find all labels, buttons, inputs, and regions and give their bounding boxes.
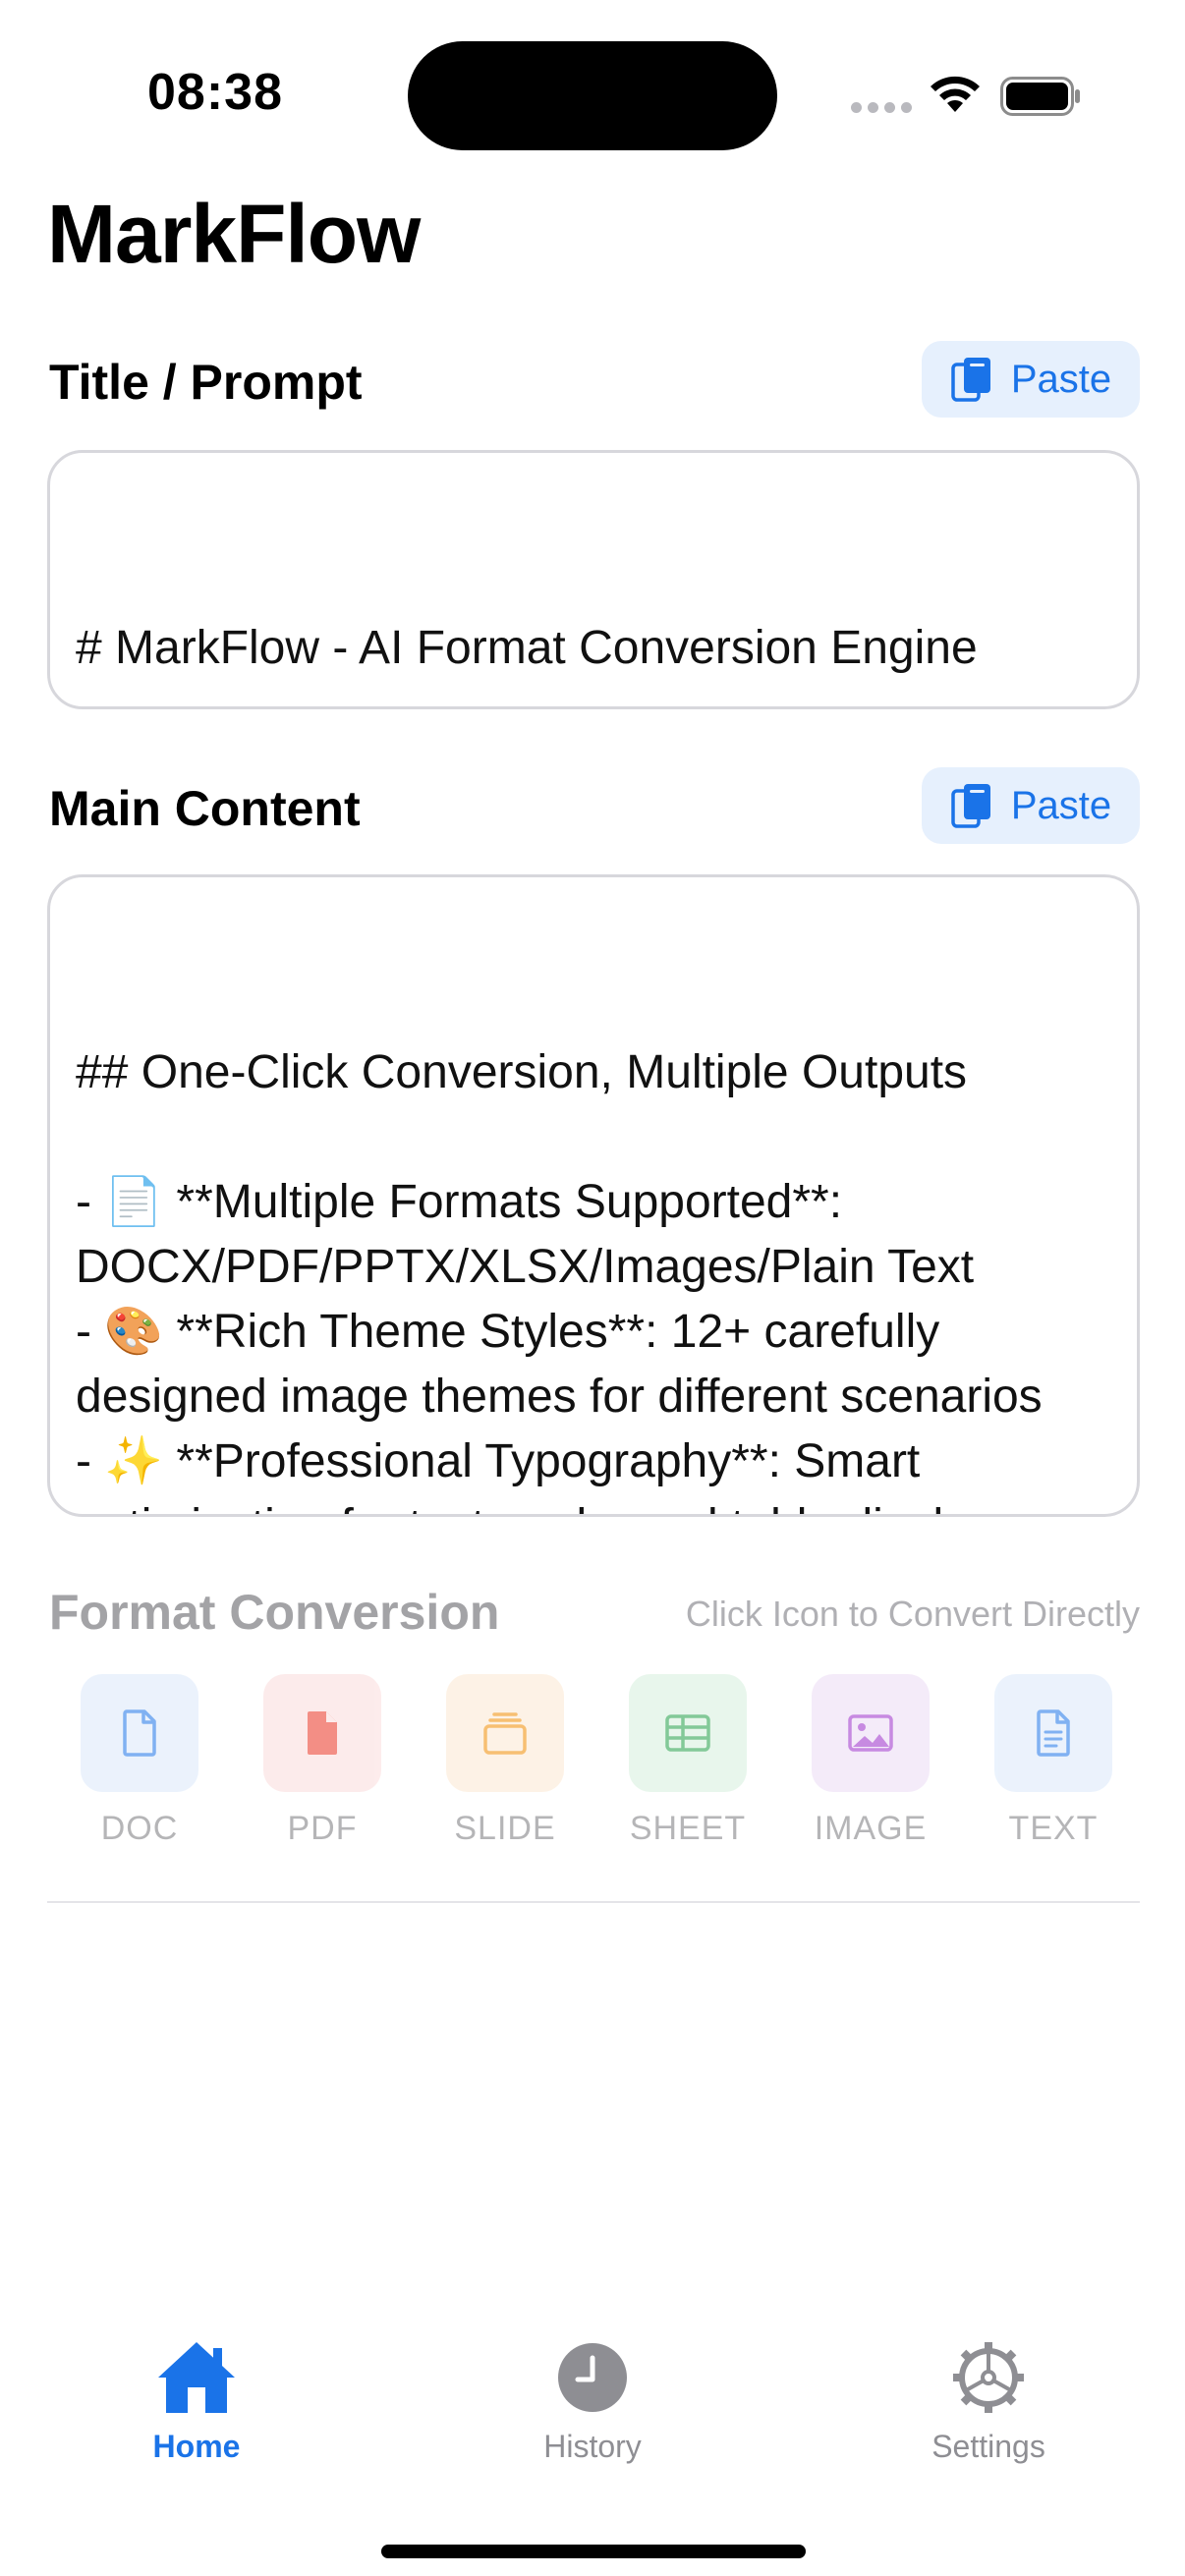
image-icon — [848, 1714, 893, 1752]
home-icon — [158, 2342, 235, 2413]
tab-history-label: History — [543, 2429, 642, 2464]
battery-icon — [1000, 77, 1080, 116]
sheet-icon — [665, 1714, 710, 1752]
format-sheet-tile — [629, 1674, 747, 1792]
text-icon — [1037, 1709, 1070, 1757]
title-paste-label: Paste — [1010, 357, 1112, 401]
format-image-button[interactable]: IMAGE — [810, 1674, 931, 1848]
main-content-label: Main Content — [49, 781, 361, 836]
gear-icon — [953, 2342, 1024, 2413]
format-slide-button[interactable]: SLIDE — [444, 1674, 566, 1848]
format-conversion-hint: Click Icon to Convert Directly — [685, 1594, 1140, 1634]
main-content-textarea[interactable]: ## One-Click Conversion, Multiple Output… — [47, 874, 1140, 1517]
format-text-tile — [994, 1674, 1112, 1792]
format-pdf-label: PDF — [287, 1810, 358, 1847]
format-pdf-tile — [263, 1674, 381, 1792]
tab-history[interactable]: History — [475, 2338, 710, 2465]
format-sheet-label: SHEET — [629, 1810, 747, 1847]
clock-icon — [558, 2343, 627, 2412]
format-slide-tile — [446, 1674, 564, 1792]
format-text-label: TEXT — [1008, 1810, 1099, 1847]
markflow-home-screen: 08:38 MarkFlow Title / Prompt Paste # Ma… — [0, 0, 1185, 2576]
title-prompt-input[interactable]: # MarkFlow - AI Format Conversion Engine — [47, 450, 1140, 709]
status-time: 08:38 — [147, 64, 283, 121]
format-image-tile — [812, 1674, 930, 1792]
tab-home[interactable]: Home — [79, 2338, 314, 2465]
content-paste-button[interactable]: Paste — [922, 767, 1140, 844]
tab-home-label: Home — [152, 2429, 241, 2464]
format-conversion-title: Format Conversion — [49, 1585, 500, 1640]
title-prompt-text: # MarkFlow - AI Format Conversion Engine — [76, 622, 978, 674]
format-text-button[interactable]: TEXT — [992, 1674, 1114, 1848]
tab-bar: Home History Settings — [0, 2338, 1185, 2515]
dynamic-island — [408, 41, 777, 150]
main-content-text: ## One-Click Conversion, Multiple Output… — [76, 1046, 1043, 1514]
page-title: MarkFlow — [47, 188, 421, 280]
content-paste-label: Paste — [1010, 783, 1112, 827]
clipboard-icon — [951, 358, 990, 402]
clipboard-icon — [951, 784, 990, 828]
slide-icon — [483, 1712, 527, 1755]
status-bar: 08:38 — [0, 0, 1185, 177]
format-doc-button[interactable]: DOC — [79, 1674, 200, 1848]
wifi-icon — [931, 76, 980, 112]
title-paste-button[interactable]: Paste — [922, 341, 1140, 418]
doc-icon — [123, 1709, 156, 1757]
tab-settings-label: Settings — [931, 2429, 1045, 2464]
format-doc-tile — [81, 1674, 198, 1792]
title-prompt-label: Title / Prompt — [49, 355, 363, 410]
format-slide-label: SLIDE — [454, 1810, 556, 1847]
format-doc-label: DOC — [100, 1810, 179, 1847]
cellular-signal-icon — [851, 102, 912, 113]
pdf-icon — [308, 1711, 337, 1755]
home-indicator — [381, 2545, 806, 2558]
section-divider — [47, 1901, 1140, 1903]
tab-settings[interactable]: Settings — [871, 2338, 1106, 2465]
format-sheet-button[interactable]: SHEET — [627, 1674, 749, 1848]
format-image-label: IMAGE — [814, 1810, 928, 1847]
format-list: DOC PDF SLIDE SHEET IMAGE TEXT — [79, 1674, 1114, 1848]
format-pdf-button[interactable]: PDF — [261, 1674, 383, 1848]
